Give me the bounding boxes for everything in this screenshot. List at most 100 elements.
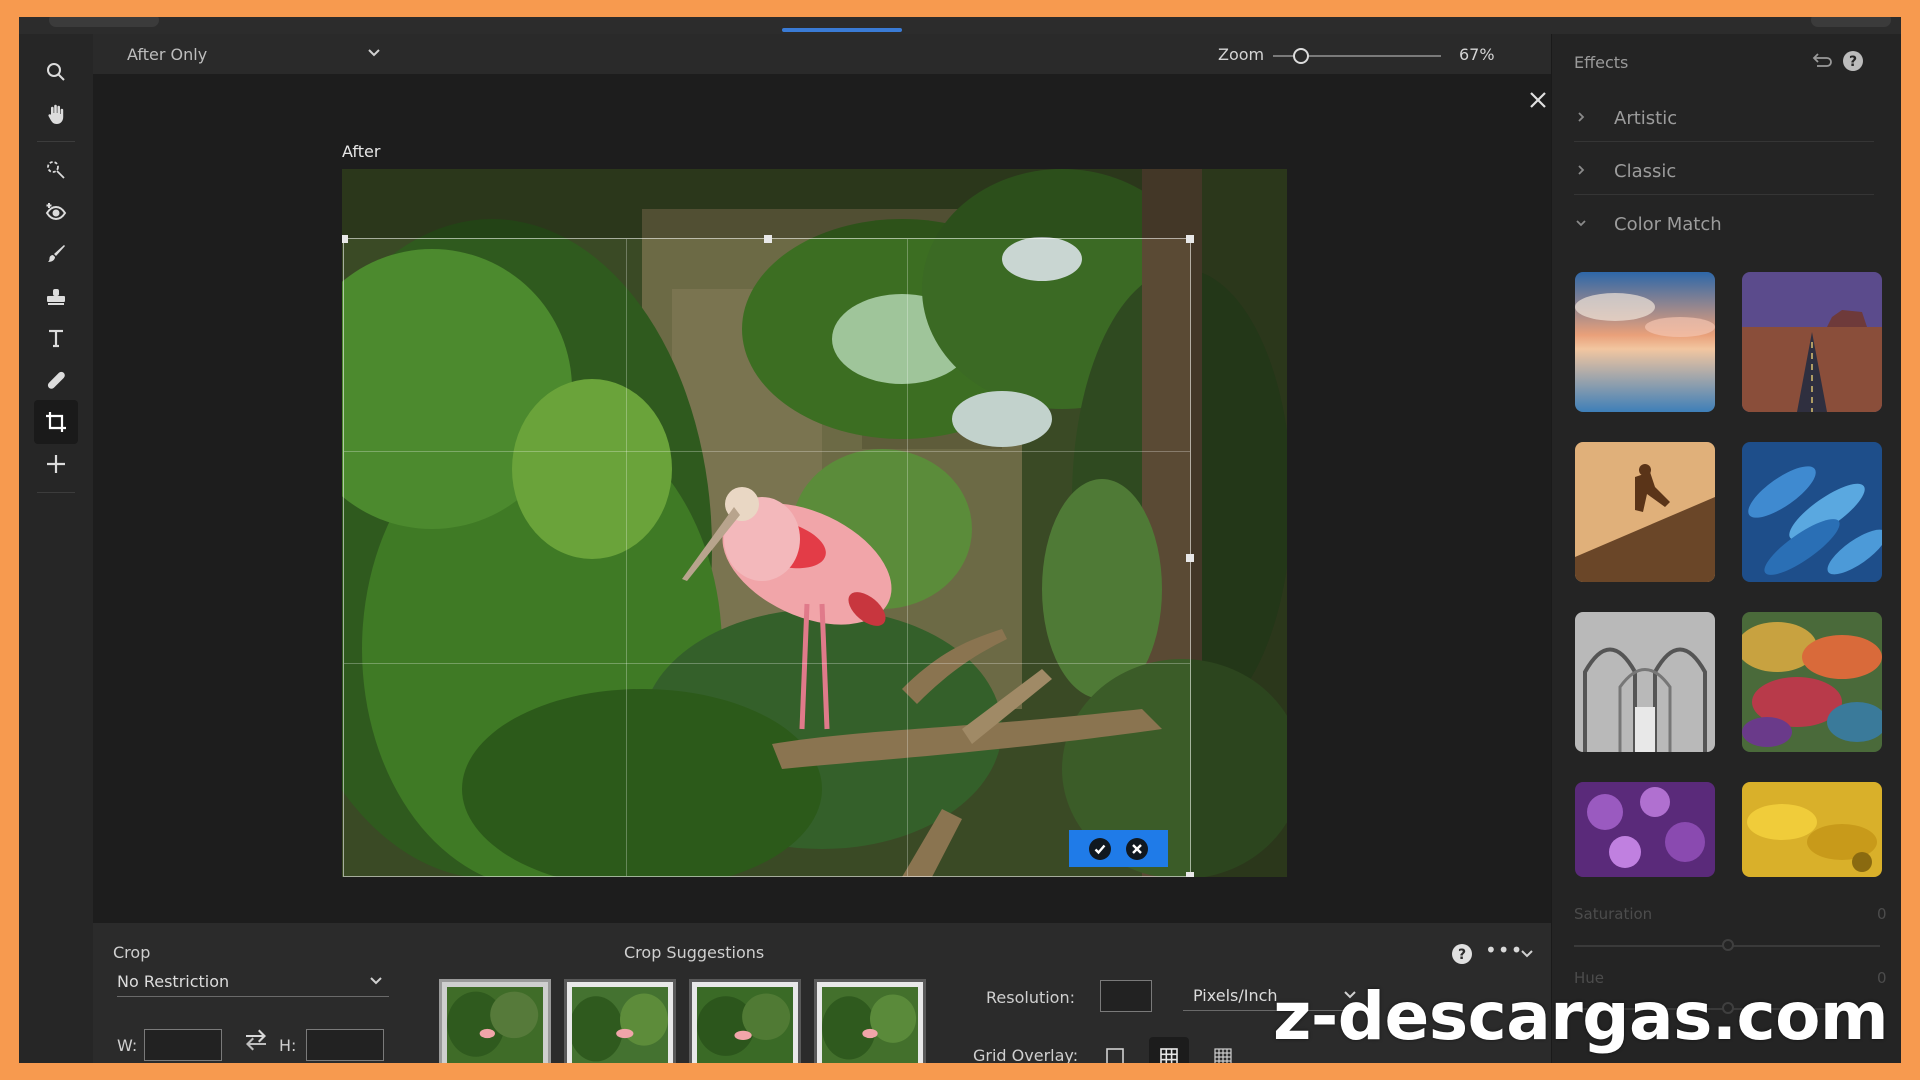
grid-line: [344, 451, 1190, 453]
chevron-down-icon: [368, 49, 380, 57]
brush-tool-icon[interactable]: [34, 232, 78, 276]
grid-overlay-label: Grid Overlay:: [973, 1046, 1079, 1063]
cancel-crop-button[interactable]: [1126, 837, 1149, 860]
top-strip: [19, 17, 1901, 34]
reset-icon[interactable]: [1811, 52, 1833, 70]
crop-handle[interactable]: [1186, 235, 1194, 243]
crop-selection-box[interactable]: [342, 235, 1194, 877]
crop-suggestion-thumbnail[interactable]: [564, 979, 676, 1063]
crop-handle[interactable]: [1186, 554, 1194, 562]
spot-healing-tool-icon[interactable]: [34, 358, 78, 402]
effects-panel: Effects ? Artistic Classic Color Match S…: [1551, 34, 1901, 1063]
crop-suggestion-thumbnail[interactable]: [689, 979, 801, 1063]
grid-overlay-none-option[interactable]: [1095, 1037, 1135, 1063]
zoom-slider-handle[interactable]: [1293, 48, 1309, 64]
color-match-preset-cathedral-arches[interactable]: [1575, 612, 1715, 752]
resolution-label: Resolution:: [986, 988, 1075, 1007]
move-tool-icon[interactable]: [34, 442, 78, 486]
grid-line: [625, 239, 627, 876]
saturation-value: 0: [1877, 905, 1887, 923]
image-canvas[interactable]: After: [93, 74, 1551, 923]
quick-selection-tool-icon[interactable]: [34, 148, 78, 192]
chevron-down-icon[interactable]: [1518, 945, 1536, 963]
color-match-preset-sunset-lake[interactable]: [1575, 272, 1715, 412]
after-label: After: [342, 142, 381, 161]
effects-category-color-match[interactable]: Color Match: [1574, 202, 1874, 248]
aspect-ratio-dropdown[interactable]: No Restriction: [117, 967, 389, 997]
stamp-tool-icon[interactable]: [34, 274, 78, 318]
crop-handle[interactable]: [764, 235, 772, 243]
text-tool-icon[interactable]: [34, 316, 78, 360]
watermark: z-descargas.com: [1273, 978, 1889, 1055]
crop-outside-shade-right: [1191, 238, 1287, 877]
more-options-icon[interactable]: •••: [1485, 940, 1522, 963]
aspect-ratio-label: No Restriction: [117, 972, 230, 991]
chevron-down-icon: [1576, 220, 1586, 227]
saturation-slider-handle[interactable]: [1722, 939, 1734, 951]
checkmark-icon: [1094, 844, 1106, 854]
effects-category-label: Color Match: [1614, 214, 1722, 235]
effects-title: Effects: [1574, 53, 1629, 72]
width-input[interactable]: [144, 1029, 222, 1061]
photo-spoonbill[interactable]: [342, 169, 1287, 877]
empty-square-icon: [1106, 1048, 1124, 1063]
fine-grid-icon: [1214, 1048, 1232, 1063]
swap-icon[interactable]: [242, 1028, 270, 1052]
zoom-value: 67%: [1459, 45, 1495, 64]
grid-icon: [1160, 1048, 1178, 1063]
crop-actions: [1069, 830, 1168, 867]
grid-overlay-grid-option[interactable]: [1149, 1037, 1189, 1063]
color-match-preset-blue-feathers[interactable]: [1742, 442, 1882, 582]
grid-overlay-fine-option[interactable]: [1203, 1037, 1243, 1063]
view-mode-dropdown[interactable]: After Only: [127, 42, 383, 66]
crop-handle[interactable]: [1186, 872, 1194, 877]
app-window: After Only Zoom 67% After Crop No Restri…: [19, 17, 1901, 1063]
grid-line: [344, 663, 1190, 665]
color-match-preset-desert-road[interactable]: [1742, 272, 1882, 412]
color-match-preset-yellow-flower[interactable]: [1742, 782, 1882, 877]
svg-text:?: ?: [1849, 54, 1857, 70]
crop-suggestions-title: Crop Suggestions: [624, 943, 765, 962]
effects-category-classic[interactable]: Classic: [1574, 149, 1874, 195]
view-mode-label: After Only: [127, 45, 208, 64]
chevron-right-icon: [1578, 112, 1585, 122]
crop-suggestion-thumbnail[interactable]: [814, 979, 926, 1063]
grid-line: [907, 239, 909, 876]
tool-separator: [37, 492, 75, 493]
help-icon[interactable]: ?: [1842, 50, 1864, 72]
chevron-right-icon: [1578, 165, 1585, 175]
resolution-input[interactable]: [1100, 980, 1152, 1012]
saturation-label: Saturation: [1574, 905, 1653, 923]
close-icon[interactable]: [1527, 89, 1549, 111]
hand-tool-icon[interactable]: [34, 92, 78, 136]
crop-tool-icon[interactable]: [34, 400, 78, 444]
height-label: H:: [279, 1036, 297, 1055]
crop-outside-shade-top: [342, 169, 1287, 238]
close-icon: [1132, 843, 1143, 854]
active-tab-indicator: [782, 28, 902, 32]
color-match-preset-purple-flowers[interactable]: [1575, 782, 1715, 877]
zoom-label: Zoom: [1218, 45, 1265, 64]
width-label: W:: [117, 1036, 138, 1055]
crop-handle[interactable]: [342, 235, 348, 243]
height-input[interactable]: [306, 1029, 384, 1061]
options-bar: After Only Zoom 67%: [93, 34, 1551, 74]
effects-category-artistic[interactable]: Artistic: [1574, 96, 1874, 142]
top-tab-left[interactable]: [49, 17, 159, 27]
eye-tool-icon[interactable]: [34, 190, 78, 234]
color-match-preset-skateboarder[interactable]: [1575, 442, 1715, 582]
effects-category-label: Classic: [1614, 161, 1677, 182]
svg-text:?: ?: [1458, 947, 1466, 963]
crop-suggestion-thumbnail[interactable]: [439, 979, 551, 1063]
top-tab-right[interactable]: [1811, 17, 1891, 27]
tool-bar: [19, 34, 93, 1063]
resolution-unit-label: Pixels/Inch: [1193, 986, 1278, 1005]
commit-crop-button[interactable]: [1088, 837, 1111, 860]
chevron-down-icon: [370, 977, 382, 985]
zoom-tool-icon[interactable]: [34, 50, 78, 94]
effects-category-label: Artistic: [1614, 108, 1678, 129]
crop-panel-title: Crop: [113, 943, 151, 962]
tool-separator: [37, 141, 75, 142]
color-match-preset-colorful-paint[interactable]: [1742, 612, 1882, 752]
help-icon[interactable]: ?: [1451, 943, 1473, 965]
